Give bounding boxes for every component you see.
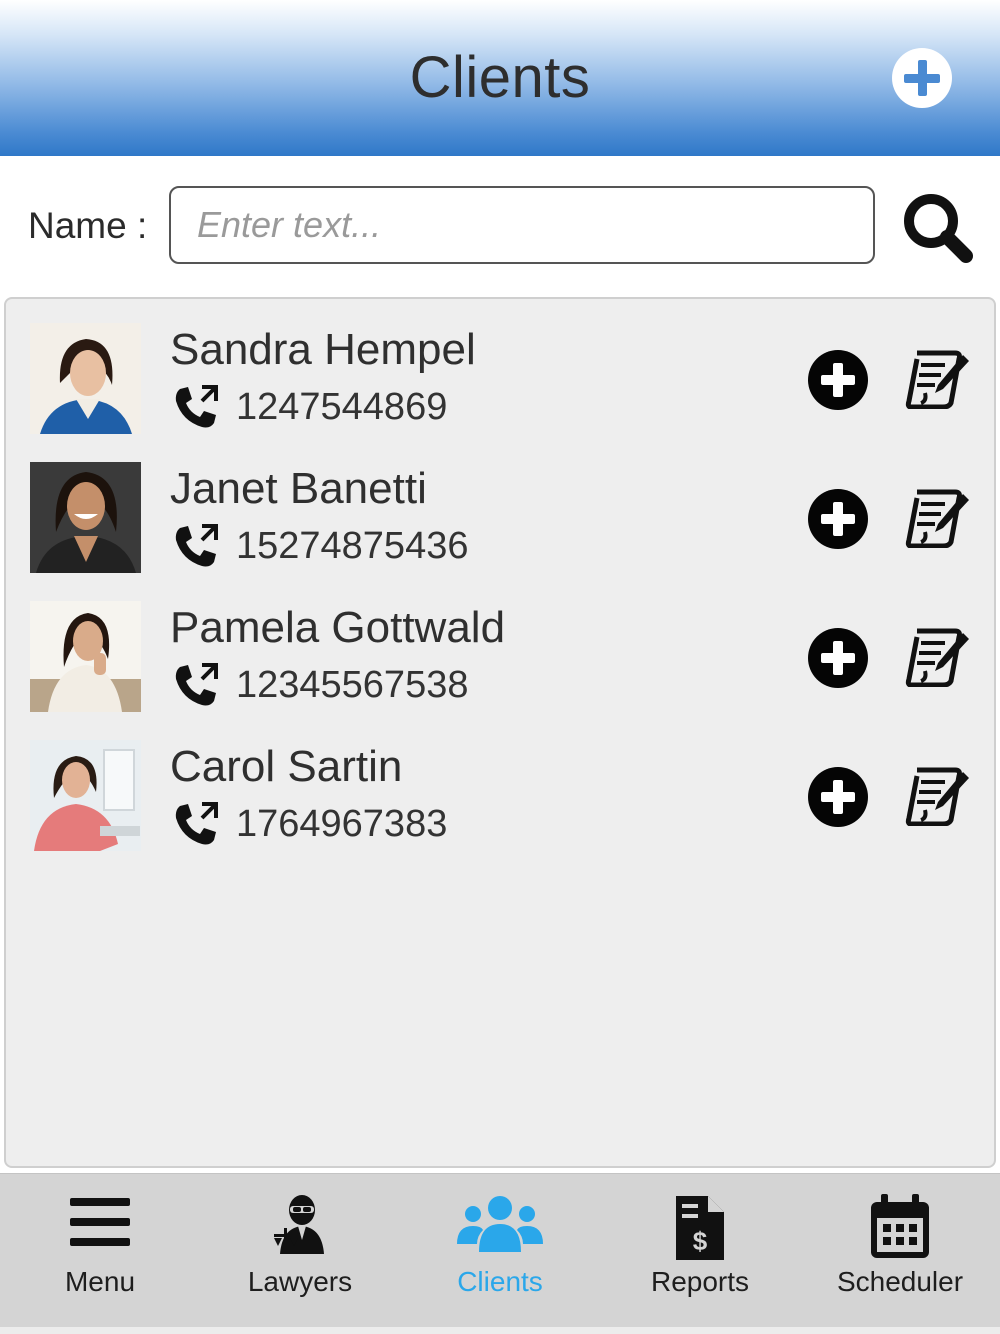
invoice-icon: $: [676, 1196, 724, 1260]
client-name: Pamela Gottwald: [170, 603, 506, 652]
plus-circle-icon[interactable]: [807, 766, 869, 828]
nav-label: Reports: [650, 1266, 750, 1297]
magnifier-icon: [904, 194, 973, 263]
bottom-edge: [0, 1327, 1000, 1334]
svg-text:$: $: [693, 1226, 708, 1256]
nav-item-menu[interactable]: Menu: [0, 1174, 200, 1328]
client-photo: [30, 462, 141, 573]
client-phone[interactable]: 15274875436: [236, 525, 468, 568]
nav-item-reports[interactable]: $ Reports: [600, 1174, 800, 1328]
client-row[interactable]: Sandra Hempel 1247544869: [6, 299, 994, 434]
lawyer-icon: [274, 1195, 324, 1254]
page-title: Clients: [409, 45, 591, 110]
name-search-input[interactable]: [169, 186, 875, 264]
header-bar: Clients: [0, 0, 1000, 156]
nav-label: Menu: [64, 1266, 136, 1297]
nav-label: Lawyers: [247, 1266, 353, 1297]
nav-label: Clients: [457, 1266, 543, 1297]
plus-circle-icon[interactable]: [807, 488, 869, 550]
client-photo: [30, 740, 141, 851]
client-photo: [30, 323, 141, 434]
client-row[interactable]: Pamela Gottwald 12345567538: [6, 577, 994, 712]
plus-circle-icon[interactable]: [807, 627, 869, 689]
phone-call-icon: [175, 663, 218, 706]
client-name: Carol Sartin: [170, 742, 403, 791]
phone-call-icon: [175, 802, 218, 845]
hamburger-icon: [70, 1198, 130, 1246]
client-phone[interactable]: 1764967383: [236, 803, 447, 846]
phone-call-icon: [175, 385, 218, 428]
client-photo: [30, 601, 141, 712]
nav-item-scheduler[interactable]: Scheduler: [800, 1174, 1000, 1328]
group-icon: [457, 1196, 543, 1252]
edit-note-icon[interactable]: [905, 347, 971, 409]
edit-note-icon[interactable]: [905, 764, 971, 826]
client-name: Janet Banetti: [170, 464, 427, 513]
nav-item-lawyers[interactable]: Lawyers: [200, 1174, 400, 1328]
name-label: Name :: [28, 205, 148, 246]
nav-item-clients[interactable]: Clients: [400, 1174, 600, 1328]
edit-note-icon[interactable]: [905, 486, 971, 548]
client-phone[interactable]: 12345567538: [236, 664, 468, 707]
nav-label: Scheduler: [836, 1266, 964, 1297]
bottom-nav: Menu Lawyers Clients $ Reports Scheduler: [0, 1173, 1000, 1328]
calendar-icon: [871, 1194, 929, 1258]
phone-call-icon: [175, 524, 218, 567]
client-list: Sandra Hempel 1247544869 Janet Banetti 1…: [4, 297, 996, 1168]
client-phone[interactable]: 1247544869: [236, 386, 447, 429]
search-button[interactable]: [900, 190, 980, 266]
client-name: Sandra Hempel: [170, 325, 476, 374]
plus-circle-icon[interactable]: [807, 349, 869, 411]
client-row[interactable]: Carol Sartin 1764967383: [6, 716, 994, 851]
add-client-button[interactable]: [892, 48, 952, 108]
edit-note-icon[interactable]: [905, 625, 971, 687]
client-row[interactable]: Janet Banetti 15274875436: [6, 438, 994, 573]
